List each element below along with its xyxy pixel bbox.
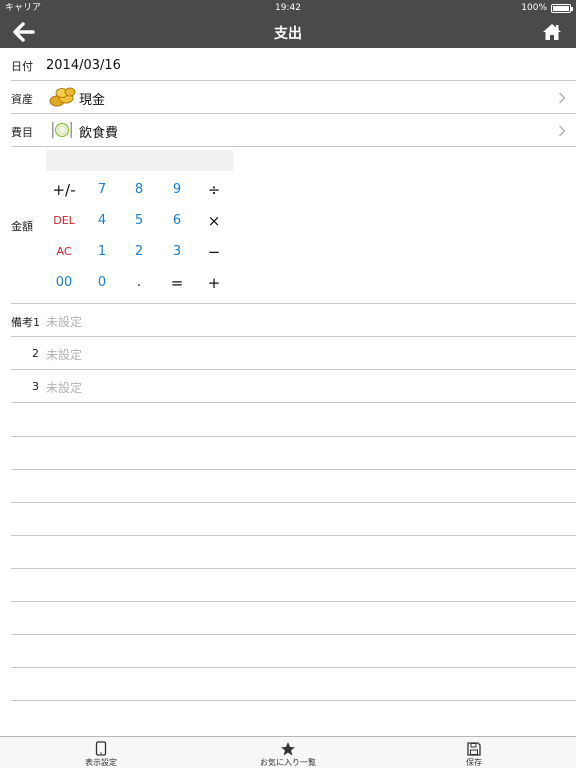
memo-label-3: 3 — [32, 380, 39, 393]
asset-label: 資産 — [11, 93, 33, 106]
date-value[interactable]: 2014/03/16 — [46, 58, 121, 73]
divider — [11, 700, 576, 701]
divider — [11, 436, 576, 437]
decimal-key[interactable]: . — [120, 269, 158, 297]
tab-bar: 表示設定 お気に入り一覧 保存 — [0, 736, 576, 768]
sign-toggle-key[interactable]: +/- — [45, 176, 83, 204]
multiply-key[interactable]: × — [195, 207, 233, 235]
chevron-right-icon — [559, 125, 566, 137]
chevron-right-icon — [559, 92, 566, 104]
plate-icon — [52, 122, 72, 138]
key-2[interactable]: 2 — [120, 238, 158, 266]
delete-key[interactable]: DEL — [45, 207, 83, 235]
divider — [11, 667, 576, 668]
battery-percent: 100% — [521, 3, 547, 13]
key-0[interactable]: 0 — [83, 269, 121, 297]
divide-key[interactable]: ÷ — [195, 176, 233, 204]
memo-row-3[interactable]: 3 未設定 — [11, 370, 576, 403]
double-zero-key[interactable]: 00 — [45, 269, 83, 297]
key-4[interactable]: 4 — [83, 207, 121, 235]
key-5[interactable]: 5 — [120, 207, 158, 235]
status-bar: キャリア 19:42 100% — [0, 0, 576, 16]
amount-display[interactable] — [46, 150, 233, 171]
key-7[interactable]: 7 — [83, 176, 121, 204]
memo-row-2[interactable]: 2 未設定 — [11, 337, 576, 370]
category-value: 飲食費 — [79, 126, 119, 141]
tab-display-settings-label: 表示設定 — [85, 758, 117, 767]
divider — [11, 601, 576, 602]
battery-indicator: 100% — [521, 0, 573, 16]
amount-label: 金額 — [11, 220, 33, 233]
equals-key[interactable]: = — [158, 269, 196, 297]
page-title: 支出 — [274, 26, 302, 42]
divider — [11, 568, 576, 569]
date-label: 日付 — [11, 60, 33, 73]
add-key[interactable]: + — [195, 269, 233, 297]
tab-favorites[interactable]: お気に入り一覧 — [218, 737, 358, 769]
divider — [11, 502, 576, 503]
nav-bar: 支出 — [0, 16, 576, 48]
memo-label-2: 2 — [32, 347, 39, 360]
key-6[interactable]: 6 — [158, 207, 196, 235]
memo-placeholder-1[interactable]: 未設定 — [46, 313, 82, 330]
battery-icon — [551, 3, 573, 13]
home-icon[interactable] — [542, 23, 562, 41]
battery-fill — [553, 5, 569, 11]
key-8[interactable]: 8 — [120, 176, 158, 204]
memo-row-1[interactable]: 備考1 未設定 — [11, 304, 576, 337]
tab-favorites-label: お気に入り一覧 — [260, 758, 316, 767]
clock: 19:42 — [275, 3, 301, 13]
memo-placeholder-3[interactable]: 未設定 — [46, 379, 82, 396]
tab-display-settings[interactable]: 表示設定 — [31, 737, 171, 769]
key-9[interactable]: 9 — [158, 176, 196, 204]
asset-value: 現金 — [79, 93, 106, 108]
key-1[interactable]: 1 — [83, 238, 121, 266]
asset-row[interactable]: 資産 現金 — [11, 81, 576, 114]
divider — [11, 469, 576, 470]
all-clear-key[interactable]: AC — [45, 238, 83, 266]
tab-save[interactable]: 保存 — [404, 737, 544, 769]
key-3[interactable]: 3 — [158, 238, 196, 266]
tab-save-label: 保存 — [466, 758, 482, 767]
amount-row: 金額 +/- 7 8 9 ÷ DEL 4 5 6 × AC 1 2 3− 00 0. = + — [11, 147, 576, 304]
coins-icon — [49, 87, 76, 107]
memo-label-1: 備考1 — [11, 316, 40, 329]
save-icon — [467, 742, 481, 756]
tablet-icon — [95, 741, 107, 756]
star-icon — [281, 742, 295, 756]
category-label: 費目 — [11, 126, 33, 139]
divider — [11, 634, 576, 635]
date-row[interactable]: 日付 2014/03/16 — [11, 48, 576, 81]
divider — [11, 535, 576, 536]
subtract-key[interactable]: − — [195, 238, 233, 266]
memo-placeholder-2[interactable]: 未設定 — [46, 346, 82, 363]
category-row[interactable]: 費目 飲食費 — [11, 114, 576, 147]
